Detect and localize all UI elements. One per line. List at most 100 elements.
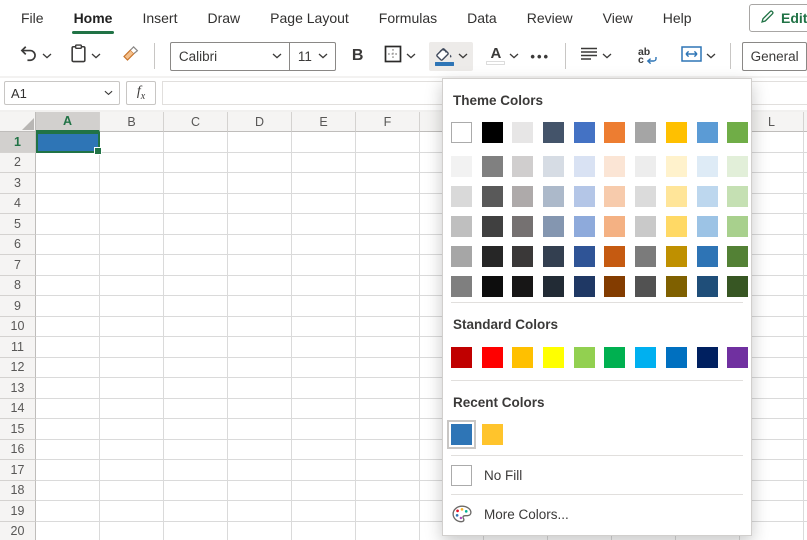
cell-E8[interactable]: [292, 276, 356, 297]
cell-C7[interactable]: [164, 255, 228, 276]
ribbon-tab-view[interactable]: View: [588, 0, 648, 36]
color-swatch-9cc3e5[interactable]: [697, 216, 718, 237]
column-header-E[interactable]: E: [292, 112, 356, 132]
color-swatch-7b7b7b[interactable]: [635, 246, 656, 267]
color-swatch-333f50[interactable]: [543, 246, 564, 267]
color-swatch-a8d08d[interactable]: [727, 216, 748, 237]
cell-C3[interactable]: [164, 173, 228, 194]
color-swatch-b4c6e7[interactable]: [574, 186, 595, 207]
cell-A8[interactable]: [36, 276, 100, 297]
row-header-18[interactable]: 18: [0, 481, 36, 502]
cell-A17[interactable]: [36, 460, 100, 481]
color-swatch-a5a5a5[interactable]: [635, 122, 656, 143]
color-swatch-bfbfbf[interactable]: [451, 216, 472, 237]
cell-F13[interactable]: [356, 378, 420, 399]
cell-B14[interactable]: [100, 399, 164, 420]
number-format-select[interactable]: General: [742, 42, 807, 71]
cell-A6[interactable]: [36, 235, 100, 256]
cell-A10[interactable]: [36, 317, 100, 338]
color-swatch-2f5496[interactable]: [574, 246, 595, 267]
color-swatch-222b35[interactable]: [543, 276, 564, 297]
cell-B13[interactable]: [100, 378, 164, 399]
cell-C9[interactable]: [164, 296, 228, 317]
cell-B5[interactable]: [100, 214, 164, 235]
row-header-10[interactable]: 10: [0, 317, 36, 338]
wrap-text-button[interactable]: ab c: [633, 43, 662, 70]
color-swatch-002060[interactable]: [697, 347, 718, 368]
color-swatch-8496b0[interactable]: [543, 216, 564, 237]
row-header-9[interactable]: 9: [0, 296, 36, 317]
color-swatch-0d0d0d[interactable]: [482, 276, 503, 297]
row-header-8[interactable]: 8: [0, 276, 36, 297]
color-swatch-bf9000[interactable]: [666, 246, 687, 267]
cell-D20[interactable]: [228, 522, 292, 540]
cell-E5[interactable]: [292, 214, 356, 235]
cell-C13[interactable]: [164, 378, 228, 399]
chevron-down-icon[interactable]: [42, 53, 52, 59]
paste-button[interactable]: [65, 39, 106, 73]
ribbon-tab-file[interactable]: File: [6, 0, 59, 36]
color-swatch-deebf6[interactable]: [697, 156, 718, 177]
row-header-11[interactable]: 11: [0, 337, 36, 358]
cell-B15[interactable]: [100, 419, 164, 440]
cell-E13[interactable]: [292, 378, 356, 399]
cell-A19[interactable]: [36, 501, 100, 522]
format-painter-button[interactable]: [116, 40, 145, 73]
borders-button[interactable]: [379, 40, 421, 73]
cell-E19[interactable]: [292, 501, 356, 522]
color-swatch-595959[interactable]: [482, 186, 503, 207]
color-swatch-8eaadb[interactable]: [574, 216, 595, 237]
cell-E4[interactable]: [292, 194, 356, 215]
cell-F6[interactable]: [356, 235, 420, 256]
color-swatch-ffd965[interactable]: [666, 216, 687, 237]
chevron-down-icon[interactable]: [509, 53, 519, 59]
color-swatch-aeaaaa[interactable]: [512, 186, 533, 207]
cell-C10[interactable]: [164, 317, 228, 338]
row-header-13[interactable]: 13: [0, 378, 36, 399]
color-swatch-833c00[interactable]: [604, 276, 625, 297]
more-options-button[interactable]: •••: [524, 44, 556, 69]
cell-D10[interactable]: [228, 317, 292, 338]
color-swatch-375623[interactable]: [727, 276, 748, 297]
cell-C18[interactable]: [164, 481, 228, 502]
cell-A5[interactable]: [36, 214, 100, 235]
color-swatch-e2efd9[interactable]: [727, 156, 748, 177]
row-header-1[interactable]: 1: [0, 132, 36, 153]
cell-E12[interactable]: [292, 358, 356, 379]
cell-B3[interactable]: [100, 173, 164, 194]
color-swatch-f4b183[interactable]: [604, 216, 625, 237]
cell-E10[interactable]: [292, 317, 356, 338]
more-colors-option[interactable]: More Colors...: [451, 503, 751, 525]
cell-A2[interactable]: [36, 153, 100, 174]
color-swatch-d0cece[interactable]: [512, 156, 533, 177]
color-swatch-ffff00[interactable]: [543, 347, 564, 368]
color-swatch-ed7d31[interactable]: [604, 122, 625, 143]
color-swatch-808080[interactable]: [482, 156, 503, 177]
cell-D4[interactable]: [228, 194, 292, 215]
cell-A12[interactable]: [36, 358, 100, 379]
cell-A15[interactable]: [36, 419, 100, 440]
color-swatch-e7e6e6[interactable]: [512, 122, 533, 143]
cell-D15[interactable]: [228, 419, 292, 440]
cell-D17[interactable]: [228, 460, 292, 481]
row-header-17[interactable]: 17: [0, 460, 36, 481]
cell-D6[interactable]: [228, 235, 292, 256]
chevron-down-icon[interactable]: [406, 53, 416, 59]
color-swatch-fbe5d5[interactable]: [604, 156, 625, 177]
cell-B2[interactable]: [100, 153, 164, 174]
cell-E18[interactable]: [292, 481, 356, 502]
color-swatch-f7cbac[interactable]: [604, 186, 625, 207]
row-header-16[interactable]: 16: [0, 440, 36, 461]
font-size-select[interactable]: 11: [290, 43, 335, 70]
column-header-F[interactable]: F: [356, 112, 420, 132]
recent-color-swatch-2e75b6[interactable]: [451, 424, 472, 445]
color-swatch-ffc000[interactable]: [666, 122, 687, 143]
color-swatch-44546a[interactable]: [543, 122, 564, 143]
color-swatch-bdd7ee[interactable]: [697, 186, 718, 207]
cell-D18[interactable]: [228, 481, 292, 502]
row-header-4[interactable]: 4: [0, 194, 36, 215]
row-header-5[interactable]: 5: [0, 214, 36, 235]
color-swatch-757171[interactable]: [512, 216, 533, 237]
cell-D3[interactable]: [228, 173, 292, 194]
cell-F7[interactable]: [356, 255, 420, 276]
